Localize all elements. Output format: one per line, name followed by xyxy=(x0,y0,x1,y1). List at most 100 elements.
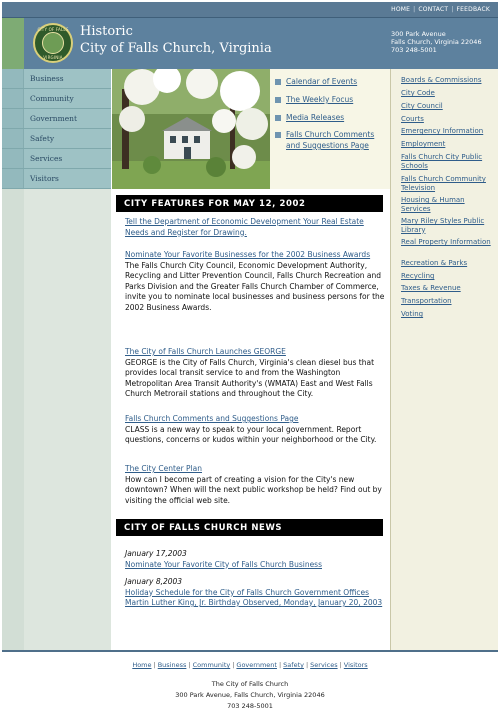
footer-link-services[interactable]: Services xyxy=(310,661,337,669)
main-content: CITY FEATURES FOR MAY 12, 2002 Tell the … xyxy=(112,189,390,650)
sidebar-link-city-code[interactable]: City Code xyxy=(401,89,495,98)
feature-link[interactable]: Tell the Department of Economic Developm… xyxy=(125,217,385,238)
footer-link-community[interactable]: Community xyxy=(193,661,231,669)
quick-link-media-releases[interactable]: Media Releases xyxy=(286,112,386,123)
sidebar-link-courts[interactable]: Courts xyxy=(401,115,495,124)
sidebar-link-housing[interactable]: Housing & Human Services xyxy=(401,196,495,213)
feature-description: The Falls Church City Council, Economic … xyxy=(125,260,385,312)
footer-link-safety[interactable]: Safety xyxy=(283,661,304,669)
nav-item-business[interactable]: Business xyxy=(2,69,111,89)
nav-item-community[interactable]: Community xyxy=(2,89,111,109)
historic-house-photo xyxy=(112,69,270,189)
feature-link[interactable]: The City Center Plan xyxy=(125,464,385,475)
feature-item: Tell the Department of Economic Developm… xyxy=(125,217,385,238)
nav-label: Visitors xyxy=(30,174,59,183)
feature-item: Falls Church Comments and Suggestions Pa… xyxy=(125,414,385,446)
top-bar: HOME | CONTACT | FEEDBACK xyxy=(2,2,498,18)
news-date: January 8,2003 xyxy=(125,577,183,586)
seal-bottom-text: VIRGINIA xyxy=(43,55,63,60)
footer-divider xyxy=(2,650,498,652)
features-heading: CITY FEATURES FOR MAY 12, 2002 xyxy=(116,195,383,212)
sidebar-link-schools[interactable]: Falls Church City Public Schools xyxy=(401,153,495,170)
sidebar-link-recreation[interactable]: Recreation & Parks xyxy=(401,259,495,268)
quick-link-comments[interactable]: Falls Church Comments and Suggestions Pa… xyxy=(286,129,386,151)
footer-link-home[interactable]: Home xyxy=(132,661,151,669)
footer-link-business[interactable]: Business xyxy=(158,661,187,669)
photo-illustration xyxy=(112,69,270,189)
header-street: 300 Park Avenue xyxy=(391,30,446,38)
separator: | xyxy=(232,661,235,669)
sidebar-link-employment[interactable]: Employment xyxy=(401,140,495,149)
news-date: January 17,2003 xyxy=(125,549,187,558)
seal-center xyxy=(42,32,64,54)
site-title-line2: City of Falls Church, Virginia xyxy=(80,41,272,56)
feature-link[interactable]: Falls Church Comments and Suggestions Pa… xyxy=(125,414,385,425)
sidebar-link-boards[interactable]: Boards & Commissions xyxy=(401,76,495,85)
nav-item-services[interactable]: Services xyxy=(2,149,111,169)
nav-stub xyxy=(2,169,24,188)
nav-item-government[interactable]: Government xyxy=(2,109,111,129)
feature-description: CLASS is a new way to speak to your loca… xyxy=(125,424,377,445)
nav-stub xyxy=(2,129,24,148)
sidebar-link-television[interactable]: Falls Church Community Television xyxy=(401,175,495,192)
nav-label: Government xyxy=(30,114,77,123)
news-link[interactable]: Martin Luther King, Jr. Birthday Observe… xyxy=(125,598,385,609)
feature-item: Nominate Your Favorite Businesses for th… xyxy=(125,250,385,313)
contact-link[interactable]: CONTACT xyxy=(418,6,448,13)
nav-item-safety[interactable]: Safety xyxy=(2,129,111,149)
sidebar-link-library[interactable]: Mary Riley Styles Public Library xyxy=(401,217,495,234)
left-stripe xyxy=(2,189,24,650)
separator: | xyxy=(153,661,156,669)
sidebar-link-real-property[interactable]: Real Property Information xyxy=(401,238,495,247)
footer-address: 300 Park Avenue, Falls Church, Virginia … xyxy=(175,691,325,699)
quick-link-calendar[interactable]: Calendar of Events xyxy=(286,76,386,87)
header-city: Falls Church, Virginia 22046 xyxy=(391,38,482,46)
bullet-icon xyxy=(275,132,281,138)
bullet-icon xyxy=(275,115,281,121)
nav-stub xyxy=(2,89,24,108)
header-address: 300 Park Avenue Falls Church, Virginia 2… xyxy=(391,30,482,54)
home-link[interactable]: HOME xyxy=(391,6,410,13)
services-sidebar: Boards & Commissions City Code City Coun… xyxy=(390,69,498,650)
nav-label: Community xyxy=(30,94,74,103)
quick-link-weekly-focus[interactable]: The Weekly Focus xyxy=(286,94,386,105)
nav-stub xyxy=(2,109,24,128)
news-link[interactable]: Nominate Your Favorite City of Falls Chu… xyxy=(125,560,385,571)
nav-label: Services xyxy=(30,154,63,163)
feedback-link[interactable]: FEEDBACK xyxy=(457,6,491,13)
separator: | xyxy=(451,6,454,13)
header-stripe xyxy=(2,18,24,69)
footer-link-visitors[interactable]: Visitors xyxy=(344,661,368,669)
separator: | xyxy=(339,661,342,669)
news-item: January 17,2003 Nominate Your Favorite C… xyxy=(125,549,385,570)
left-column-filler xyxy=(2,189,111,650)
feature-link[interactable]: The City of Falls Church Launches GEORGE xyxy=(125,347,385,358)
sidebar-link-voting[interactable]: Voting xyxy=(401,310,495,319)
sidebar-link-transportation[interactable]: Transportation xyxy=(401,297,495,306)
site-title-line1: Historic xyxy=(80,24,133,39)
footer-nav: Home | Business | Community | Government | Safet… xyxy=(0,661,500,669)
news-link[interactable]: Holiday Schedule for the City of Falls C… xyxy=(125,588,385,599)
sidebar-link-recycling[interactable]: Recycling xyxy=(401,272,495,281)
sidebar-link-emergency[interactable]: Emergency Information xyxy=(401,127,495,136)
nav-label: Safety xyxy=(30,134,55,143)
nav-label: Business xyxy=(30,74,64,83)
feature-item: The City Center Plan How can I become pa… xyxy=(125,464,385,506)
sidebar-link-taxes[interactable]: Taxes & Revenue xyxy=(401,284,495,293)
feature-description: How can I become part of creating a visi… xyxy=(125,474,382,505)
utility-links: HOME | CONTACT | FEEDBACK xyxy=(391,6,490,13)
sidebar-link-city-council[interactable]: City Council xyxy=(401,102,495,111)
header-phone: 703 248-5001 xyxy=(391,46,437,54)
bullet-icon xyxy=(275,97,281,103)
nav-item-visitors[interactable]: Visitors xyxy=(2,169,111,189)
footer-org-name: The City of Falls Church xyxy=(211,680,289,688)
feature-link[interactable]: Nominate Your Favorite Businesses for th… xyxy=(125,250,385,261)
city-seal-logo[interactable]: CITY OF FALLS VIRGINIA xyxy=(33,23,73,63)
nav-stub xyxy=(2,69,24,88)
site-header: CITY OF FALLS VIRGINIA Historic City of … xyxy=(2,18,498,69)
bullet-icon xyxy=(275,79,281,85)
separator: | xyxy=(413,6,416,13)
main-nav: Business Community Government Safety Ser… xyxy=(2,69,111,189)
footer-link-government[interactable]: Government xyxy=(236,661,277,669)
news-item: January 8,2003 Holiday Schedule for the … xyxy=(125,577,385,609)
